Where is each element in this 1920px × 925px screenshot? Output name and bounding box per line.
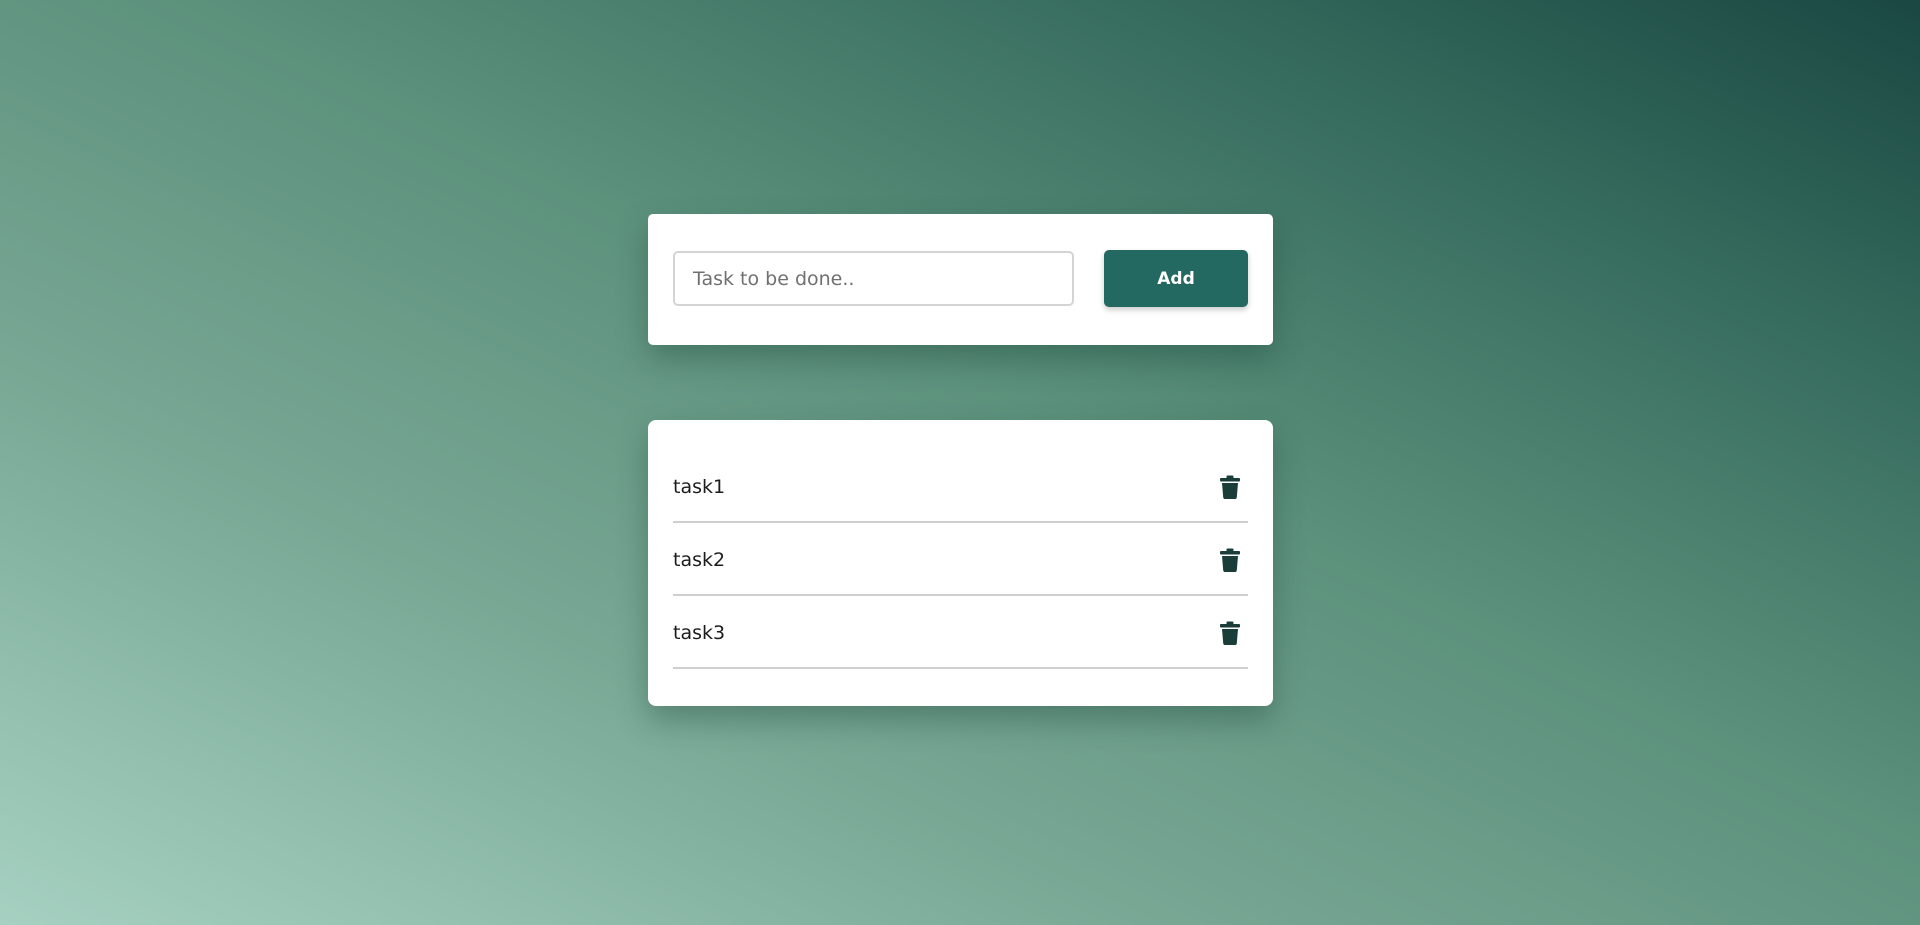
- task-item: task3: [673, 596, 1248, 669]
- delete-task-button[interactable]: [1216, 473, 1244, 501]
- task-label: task2: [673, 548, 726, 571]
- task-label: task1: [673, 475, 726, 498]
- trash-icon: [1220, 548, 1240, 572]
- task-list-card: task1 task2 task3: [648, 420, 1273, 706]
- delete-task-button[interactable]: [1216, 619, 1244, 647]
- task-list: task1 task2 task3: [673, 450, 1248, 669]
- task-input-card: Add: [648, 214, 1273, 345]
- add-task-button[interactable]: Add: [1104, 250, 1248, 307]
- delete-task-button[interactable]: [1216, 546, 1244, 574]
- trash-icon: [1220, 621, 1240, 645]
- task-item: task1: [673, 450, 1248, 523]
- task-item: task2: [673, 523, 1248, 596]
- task-input[interactable]: [673, 251, 1074, 306]
- task-label: task3: [673, 621, 726, 644]
- trash-icon: [1220, 475, 1240, 499]
